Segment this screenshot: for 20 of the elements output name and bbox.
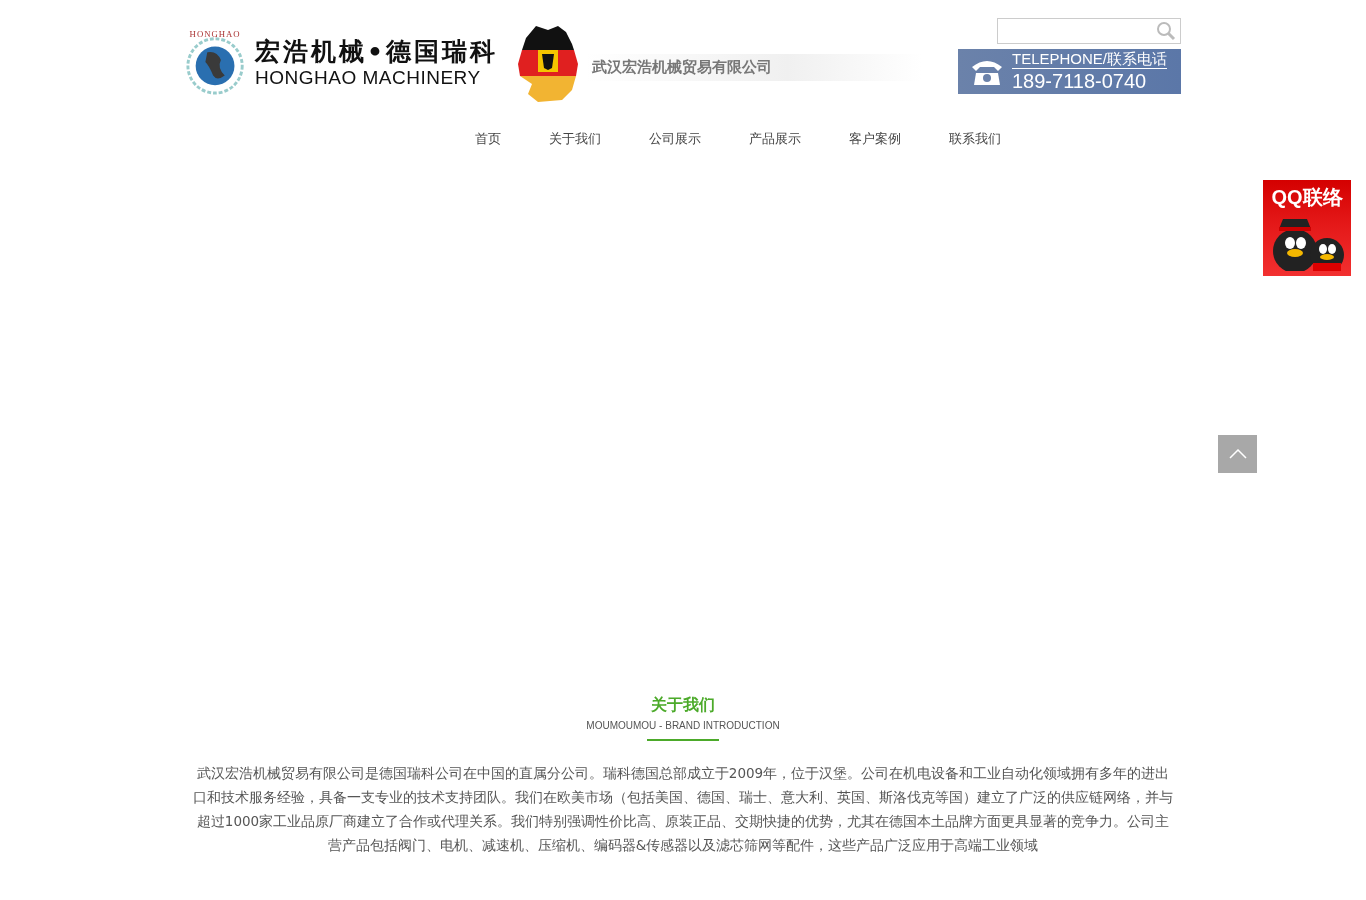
germany-map-icon: [518, 24, 580, 102]
nav-link[interactable]: 公司展示: [625, 124, 725, 154]
section-subtitle: MOUMOUMOU - BRAND INTRODUCTION: [586, 720, 780, 731]
phone-label: TELEPHONE/联系电话: [1012, 50, 1168, 69]
nav-link[interactable]: 产品展示: [725, 124, 825, 154]
chevron-up-icon: [1228, 449, 1247, 459]
phone-number: 189-7118-0740: [1012, 69, 1148, 93]
qq-label: QQ联络: [1271, 185, 1343, 210]
back-to-top-button[interactable]: [1218, 435, 1257, 473]
nav-link[interactable]: 客户案例: [825, 124, 925, 154]
section-title: 关于我们: [651, 694, 715, 716]
logo-subtitle: HONGHAO MACHINERY: [255, 67, 482, 89]
search-field[interactable]: [997, 18, 1181, 44]
search-icon[interactable]: [1156, 21, 1176, 41]
nav-link[interactable]: 关于我们: [525, 124, 625, 154]
about-paragraph: 武汉宏浩机械贸易有限公司是德国瑞科公司在中国的直属分公司。瑞科德国总部成立于2009年，位于汉堡。公司在机电设备和工业自动化领域拥有多年的进出口和技术服务经验，具备一支专业的技术支持团队。我们在欧美市场（包括美国、德国、瑞士、意大利、英国、斯洛伐克等国）建立了广泛的供应链网络，并与超过1000家工业品原厂商建立了合作或代理关系。我们特别强调性价比高、原装正品、交期快捷的优势，尤其在德国本土品牌方面更具显著的竞争力。公司主营产品包括阀门、电机、减速机、压缩机、编码器&传感器以及滤芯筛网等配件，这些产品广泛应用于高端工业领域: [193, 764, 1173, 855]
nav-link[interactable]: 联系我们: [925, 124, 1025, 154]
nav-link[interactable]: 首页: [451, 124, 525, 154]
logo-title: 宏浩机械•德国瑞科: [255, 37, 498, 67]
qq-contact-badge[interactable]: QQ联络: [1263, 180, 1351, 276]
